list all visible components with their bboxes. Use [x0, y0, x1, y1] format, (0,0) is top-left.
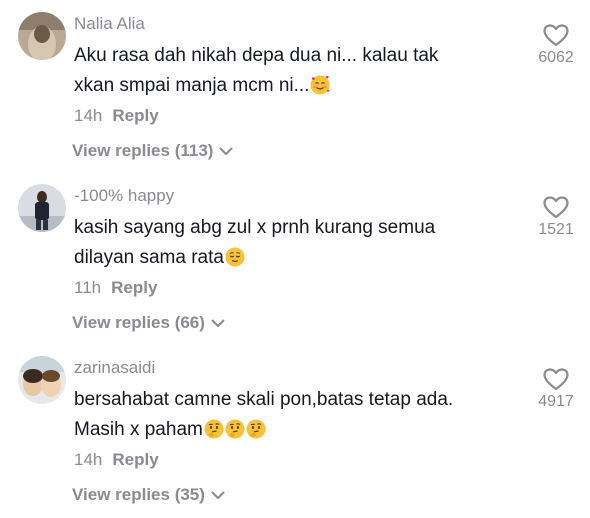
- view-replies-label: View replies (35): [72, 485, 205, 504]
- comment-text-line-with-emoji: Masih x paham: [74, 415, 524, 445]
- comment-text-line-with-emoji: dilayan sama rata: [74, 243, 524, 273]
- chevron-down-icon: [211, 319, 225, 327]
- avatar[interactable]: [18, 356, 66, 404]
- comment-username[interactable]: -100% happy: [74, 186, 174, 206]
- comment-text: Aku rasa dah nikah depa dua ni... kalau …: [74, 41, 524, 101]
- thinking-face-icon: [204, 419, 224, 439]
- comment-time: 14h: [74, 106, 103, 125]
- view-replies-button[interactable]: View replies (66): [72, 313, 225, 333]
- comment-text-line: xkan smpai manja mcm ni...: [74, 75, 310, 96]
- comment-meta: 14h Reply: [74, 450, 159, 470]
- view-replies-button[interactable]: View replies (35): [72, 485, 225, 505]
- relieved-face-icon: [225, 247, 245, 267]
- like-count: 1521: [538, 221, 574, 238]
- view-replies-button[interactable]: View replies (113): [72, 141, 233, 161]
- comment-text: bersahabat camne skali pon,batas tetap a…: [74, 385, 524, 445]
- like-button[interactable]: 4917: [528, 368, 584, 411]
- like-count: 4917: [538, 393, 574, 410]
- comment-meta: 11h Reply: [74, 278, 157, 298]
- comment-item: Nalia Alia Aku rasa dah nikah depa dua n…: [0, 0, 590, 172]
- comment-meta: 14h Reply: [74, 106, 159, 126]
- like-button[interactable]: 6062: [528, 24, 584, 67]
- view-replies-label: View replies (66): [72, 313, 205, 332]
- chevron-down-icon: [219, 147, 233, 155]
- comment-time: 11h: [74, 278, 102, 297]
- avatar[interactable]: [18, 12, 66, 60]
- comment-text-line: Masih x paham: [74, 419, 203, 440]
- comment-text-line: dilayan sama rata: [74, 247, 224, 268]
- heart-icon: [543, 196, 569, 219]
- comment-text-line: bersahabat camne skali pon,batas tetap a…: [74, 389, 454, 410]
- comment-time: 14h: [74, 450, 103, 469]
- comment-item: -100% happy kasih sayang abg zul x prnh …: [0, 172, 590, 344]
- like-count: 6062: [538, 49, 574, 66]
- smiling-face-with-hearts-icon: [310, 75, 330, 95]
- comment-username[interactable]: Nalia Alia: [74, 14, 145, 34]
- heart-icon: [543, 24, 569, 47]
- comment-username[interactable]: zarinasaidi: [74, 358, 155, 378]
- comment-text: kasih sayang abg zul x prnh kurang semua…: [74, 213, 524, 273]
- thinking-face-icon: [246, 419, 266, 439]
- comment-text-line-with-emoji: xkan smpai manja mcm ni...: [74, 71, 524, 101]
- view-replies-label: View replies (113): [72, 141, 214, 160]
- thinking-face-icon: [225, 419, 245, 439]
- reply-button[interactable]: Reply: [112, 106, 158, 125]
- reply-button[interactable]: Reply: [112, 450, 158, 469]
- chevron-down-icon: [211, 491, 225, 499]
- comment-text-line: kasih sayang abg zul x prnh kurang semua: [74, 217, 436, 238]
- reply-button[interactable]: Reply: [111, 278, 157, 297]
- like-button[interactable]: 1521: [528, 196, 584, 239]
- comment-text-line: Aku rasa dah nikah depa dua ni... kalau …: [74, 45, 439, 66]
- comment-item: zarinasaidi bersahabat camne skali pon,b…: [0, 344, 590, 518]
- avatar[interactable]: [18, 184, 66, 232]
- heart-icon: [543, 368, 569, 391]
